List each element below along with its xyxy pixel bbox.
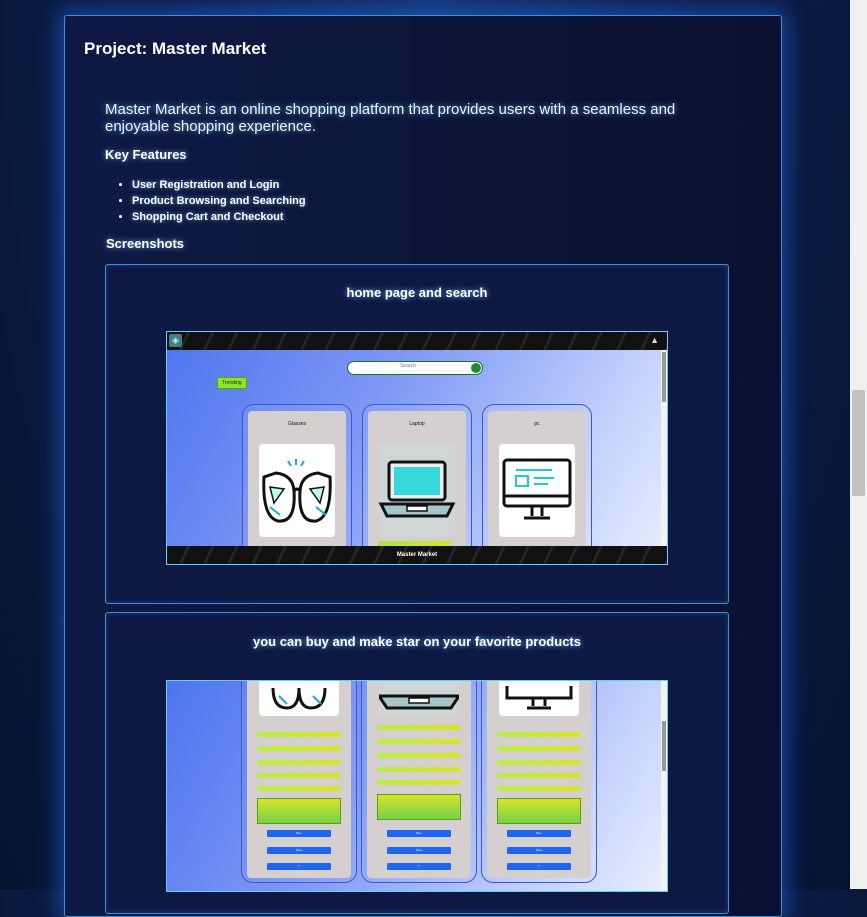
app-scrollbar — [661, 681, 667, 891]
product-card: Buy Save ☆ — [361, 681, 477, 883]
product-card: Glasses — [242, 404, 352, 564]
project-description: Master Market is an online shopping plat… — [105, 101, 676, 135]
reviews-box — [497, 798, 581, 824]
save-button: Save — [507, 847, 571, 854]
trending-tag: Trending — [217, 377, 247, 389]
detail-row — [497, 732, 581, 737]
laptop-icon — [379, 681, 459, 716]
feature-list: User Registration and Login Product Brow… — [112, 177, 306, 225]
detail-row — [497, 773, 581, 778]
project-title: Project: Master Market — [84, 39, 267, 58]
reviews-box — [377, 794, 461, 820]
key-features-heading: Key Features — [105, 147, 187, 162]
screenshots-heading: Screenshots — [106, 236, 185, 251]
app-search-input: Search — [347, 361, 483, 375]
buy-button: Buy — [507, 830, 571, 837]
star-button: ☆ — [507, 863, 571, 870]
product-card: Laptop — [362, 404, 472, 564]
product-card: pc — [482, 404, 592, 564]
feature-item: User Registration and Login — [132, 177, 306, 193]
product-name: pc — [534, 421, 540, 427]
detail-row — [377, 725, 461, 730]
save-button: Save — [267, 847, 331, 854]
app-footer: Master Market — [167, 546, 667, 564]
product-card: Buy Save ☆ — [481, 681, 597, 883]
detail-row — [377, 767, 461, 772]
screenshot-card: you can buy and make star on your favori… — [105, 612, 729, 914]
detail-row — [377, 780, 461, 785]
product-name: Glasses — [287, 421, 307, 427]
product-name: Laptop — [409, 421, 425, 427]
buy-button: Buy — [387, 830, 451, 837]
app-scrollbar — [661, 350, 667, 564]
app-navbar: ◈ ▲ — [167, 332, 667, 350]
app-logo-icon: ◈ — [169, 334, 182, 347]
scrollbar-thumb[interactable] — [852, 390, 865, 496]
page-scrollbar[interactable] — [850, 0, 867, 889]
screenshot-image[interactable]: Buy Save ☆ Buy Save ☆ Buy Save ☆ — [166, 680, 668, 892]
detail-row — [257, 760, 341, 765]
save-button: Save — [387, 847, 451, 854]
star-button: ☆ — [267, 863, 331, 870]
detail-row — [497, 786, 581, 791]
glasses-icon — [259, 444, 335, 537]
detail-row — [377, 753, 461, 758]
screenshot-card: home page and search ◈ ▲ Search Trending… — [105, 264, 729, 604]
detail-row — [377, 739, 461, 744]
screenshot-caption: you can buy and make star on your favori… — [253, 634, 581, 649]
detail-row — [257, 732, 341, 737]
detail-row — [257, 786, 341, 791]
detail-row — [497, 746, 581, 751]
monitor-icon — [499, 681, 579, 716]
detail-row — [497, 760, 581, 765]
search-button-icon — [471, 363, 481, 373]
glasses-icon — [259, 681, 339, 716]
star-button: ☆ — [387, 863, 451, 870]
feature-item: Product Browsing and Searching — [132, 193, 306, 209]
buy-button: Buy — [267, 830, 331, 837]
screenshot-image[interactable]: ◈ ▲ Search Trending Glasses Laptop pc Ma… — [166, 331, 668, 565]
laptop-icon — [378, 444, 456, 537]
detail-row — [257, 773, 341, 778]
detail-row — [257, 746, 341, 751]
cart-icon: ▲ — [650, 335, 659, 345]
monitor-icon — [499, 444, 575, 537]
product-card: Buy Save ☆ — [241, 681, 357, 883]
project-card: Project: Master Market Master Market is … — [64, 15, 782, 917]
feature-item: Shopping Cart and Checkout — [132, 209, 306, 225]
screenshot-caption: home page and search — [346, 285, 488, 300]
reviews-box — [257, 798, 341, 824]
